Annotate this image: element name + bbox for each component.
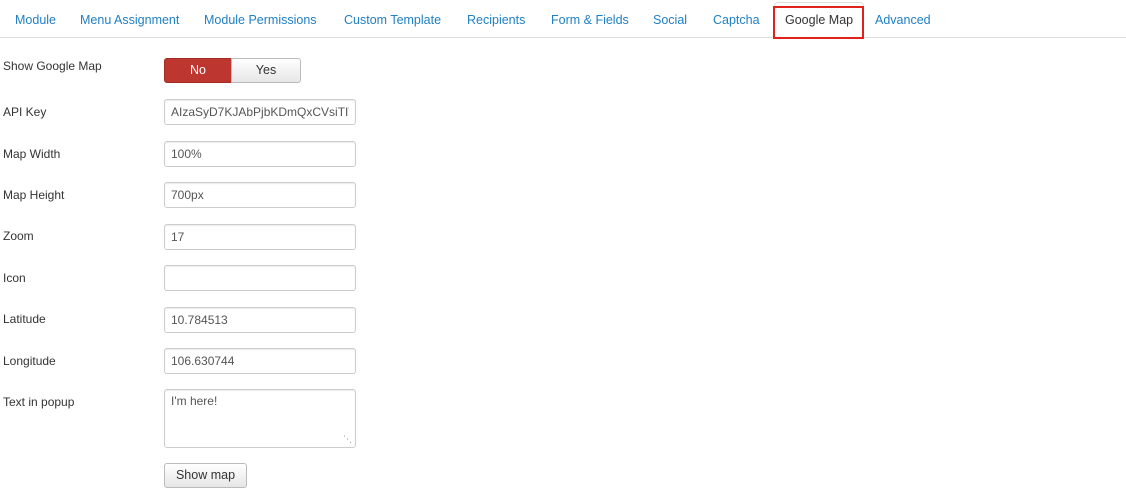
zoom-label: Zoom <box>3 229 34 243</box>
tab-social[interactable]: Social <box>653 0 687 37</box>
tab-bar: Module Menu Assignment Module Permission… <box>0 0 1126 38</box>
tab-menu-assignment[interactable]: Menu Assignment <box>80 0 179 37</box>
text-in-popup-label: Text in popup <box>3 395 75 409</box>
tab-module[interactable]: Module <box>15 0 56 37</box>
tab-captcha[interactable]: Captcha <box>713 0 760 37</box>
map-height-input[interactable] <box>164 182 356 208</box>
longitude-label: Longitude <box>3 354 56 368</box>
toggle-yes-button[interactable]: Yes <box>231 58 301 83</box>
map-width-label: Map Width <box>3 147 61 161</box>
api-key-input[interactable] <box>164 99 356 125</box>
tab-recipients[interactable]: Recipients <box>467 0 525 37</box>
icon-label: Icon <box>3 271 26 285</box>
text-in-popup-textarea[interactable]: I'm here! <box>164 389 356 448</box>
toggle-no-button[interactable]: No <box>164 58 232 83</box>
tab-advanced[interactable]: Advanced <box>875 0 931 37</box>
tab-google-map[interactable]: Google Map <box>774 2 865 35</box>
tab-form-fields[interactable]: Form & Fields <box>551 0 629 37</box>
show-map-button[interactable]: Show map <box>164 463 247 488</box>
show-google-map-label: Show Google Map <box>3 59 102 73</box>
longitude-input[interactable] <box>164 348 356 374</box>
latitude-label: Latitude <box>3 312 46 326</box>
icon-input[interactable] <box>164 265 356 291</box>
map-width-input[interactable] <box>164 141 356 167</box>
latitude-input[interactable] <box>164 307 356 333</box>
map-height-label: Map Height <box>3 188 65 202</box>
tab-custom-template[interactable]: Custom Template <box>344 0 441 37</box>
show-google-map-toggle: No Yes <box>164 58 301 83</box>
zoom-input[interactable] <box>164 224 356 250</box>
tab-module-permissions[interactable]: Module Permissions <box>204 0 317 37</box>
api-key-label: API Key <box>3 105 47 119</box>
